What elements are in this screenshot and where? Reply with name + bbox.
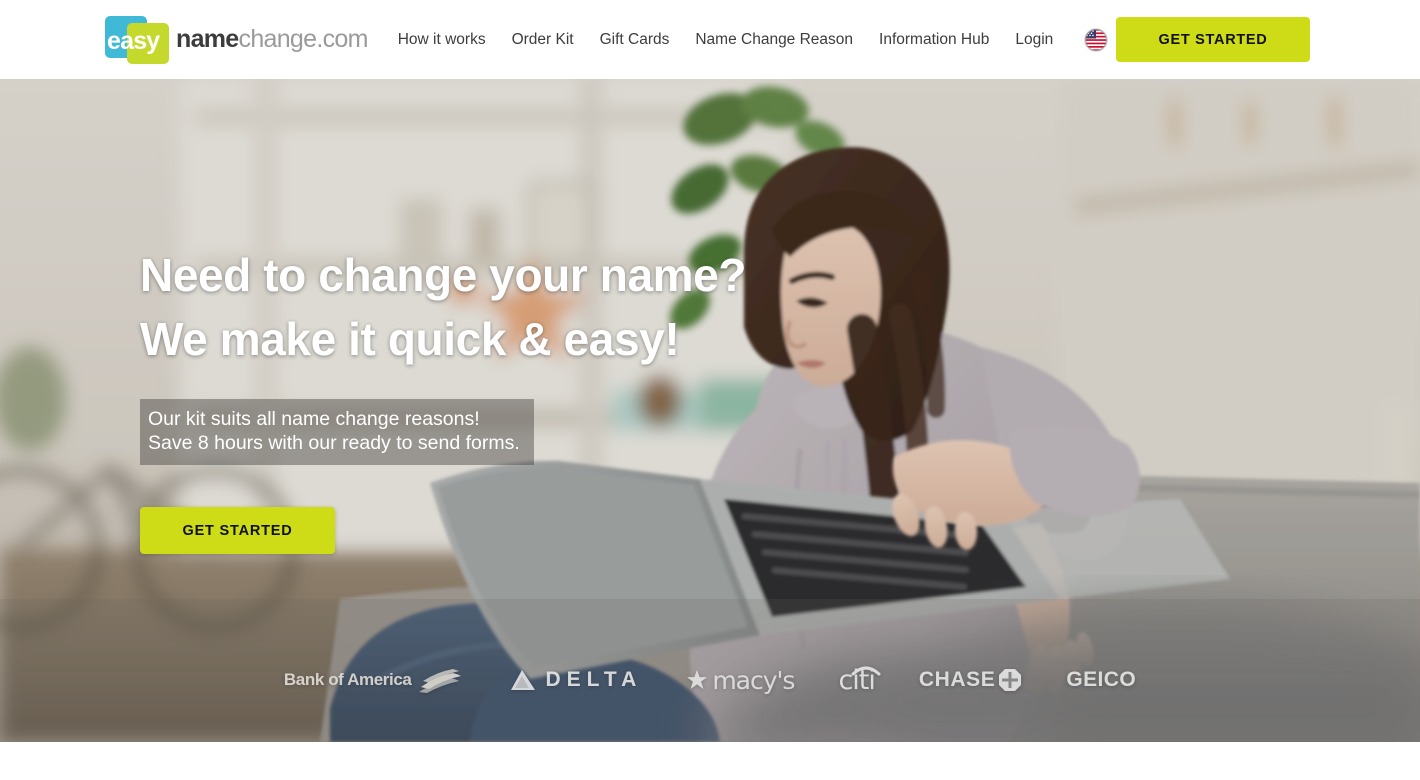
nav-item-information-hub[interactable]: Information Hub xyxy=(879,31,989,49)
delta-widget-icon xyxy=(511,670,536,690)
brand-logo-bank-of-america: Bank of America xyxy=(284,667,464,693)
brand-logo-geico: GEICO xyxy=(1066,668,1136,692)
brand-logo-strip: Bank of America DELTA macy's citi CHASE … xyxy=(0,657,1420,703)
header-get-started-button[interactable]: GET STARTED xyxy=(1116,17,1310,62)
logo-word-light: change.com xyxy=(238,25,369,53)
hero-subheadline-line2: Save 8 hours with our ready to send form… xyxy=(148,432,520,454)
chase-octagon-icon xyxy=(999,669,1022,691)
brand-label-chase: CHASE xyxy=(918,668,996,691)
us-flag-icon[interactable] xyxy=(1085,28,1108,51)
citi-arc-icon xyxy=(851,666,881,675)
brand-label-bank-of-america: Bank of America xyxy=(283,670,412,689)
logo-mark-icon: easy xyxy=(105,15,169,64)
brand-label-geico: GEICO xyxy=(1066,668,1137,691)
nav-item-name-change-reason[interactable]: Name Change Reason xyxy=(695,31,853,49)
logo-wordmark: namechange.com xyxy=(176,25,368,54)
hero-headline-line2: We make it quick & easy! xyxy=(140,313,680,365)
logo-word-bold: name xyxy=(176,25,239,53)
macys-star-icon xyxy=(687,670,708,689)
hero-subheadline-line1: Our kit suits all name change reasons! xyxy=(148,408,480,430)
brand-logo-delta: DELTA xyxy=(507,667,642,693)
boa-flag-icon xyxy=(419,669,462,693)
brand-label-delta: DELTA xyxy=(545,668,643,691)
hero-subheadline: Our kit suits all name change reasons! S… xyxy=(140,399,534,465)
nav-item-order-kit[interactable]: Order Kit xyxy=(512,31,574,49)
brand-logo-chase: CHASE xyxy=(919,668,1023,692)
nav-item-how-it-works[interactable]: How it works xyxy=(398,31,486,49)
hero-section: Need to change your name? We make it qui… xyxy=(0,79,1420,742)
brand-logo-macys: macy's xyxy=(686,665,795,695)
site-header: easy namechange.com How it works Order K… xyxy=(0,0,1420,79)
page-footer-area xyxy=(0,742,1420,780)
logo-badge-text: easy xyxy=(107,26,160,55)
main-navigation: How it works Order Kit Gift Cards Name C… xyxy=(398,28,1108,51)
hero-get-started-button[interactable]: GET STARTED xyxy=(140,507,335,554)
hero-headline-line1: Need to change your name? xyxy=(140,249,747,301)
hero-content: Need to change your name? We make it qui… xyxy=(140,243,746,554)
brand-label-macys: macy's xyxy=(712,665,795,695)
brand-logo-citi: citi xyxy=(838,665,881,696)
site-logo[interactable]: easy namechange.com xyxy=(105,15,368,64)
nav-item-login[interactable]: Login xyxy=(1015,31,1053,49)
nav-item-gift-cards[interactable]: Gift Cards xyxy=(600,31,670,49)
